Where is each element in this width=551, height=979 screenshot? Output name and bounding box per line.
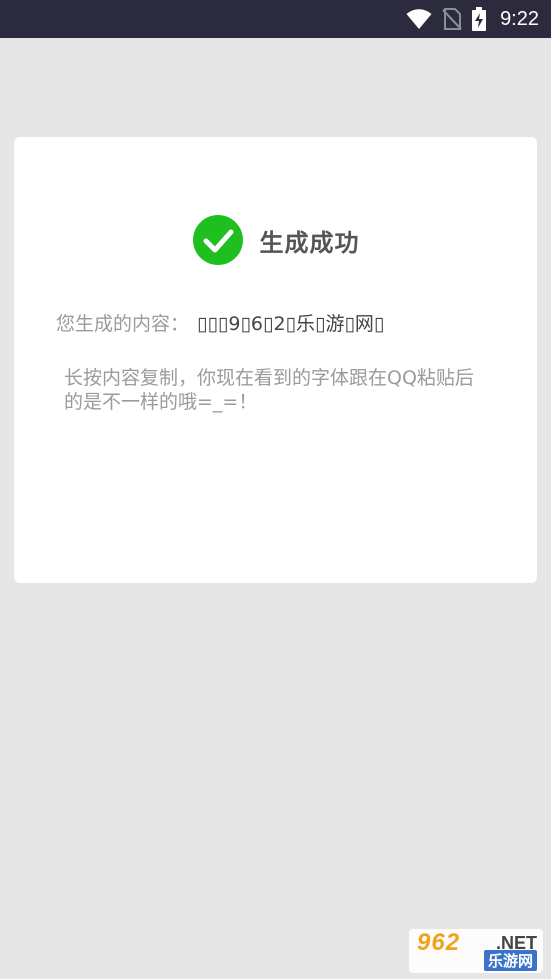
- result-value[interactable]: ▯▯▯9▯6▯2▯乐▯游▯网▯: [197, 313, 384, 335]
- battery-charging-icon: [472, 7, 487, 31]
- result-row: 您生成的内容： ▯▯▯9▯6▯2▯乐▯游▯网▯: [56, 309, 384, 336]
- site-watermark-logo: 962 .NET 乐游网: [409, 929, 543, 973]
- success-title: 生成成功: [259, 228, 360, 257]
- result-label: 您生成的内容：: [56, 313, 190, 335]
- status-time: 9:22: [500, 7, 539, 30]
- check-circle-icon: [192, 214, 244, 266]
- status-icons: 9:22: [406, 0, 539, 38]
- copy-hint: 长按内容复制，你现在看到的字体跟在QQ粘贴后的是不一样的哦=_=！: [64, 367, 474, 413]
- result-card: 生成成功 您生成的内容： ▯▯▯9▯6▯2▯乐▯游▯网▯ 长按内容复制，你现在看到…: [14, 137, 537, 583]
- no-sim-icon: [442, 7, 462, 31]
- watermark-number: 962: [417, 929, 461, 956]
- success-header: 生成成功: [14, 214, 537, 266]
- watermark-site-name: 乐游网: [483, 950, 537, 971]
- status-bar: 9:22: [0, 0, 551, 38]
- wifi-icon: [406, 8, 432, 30]
